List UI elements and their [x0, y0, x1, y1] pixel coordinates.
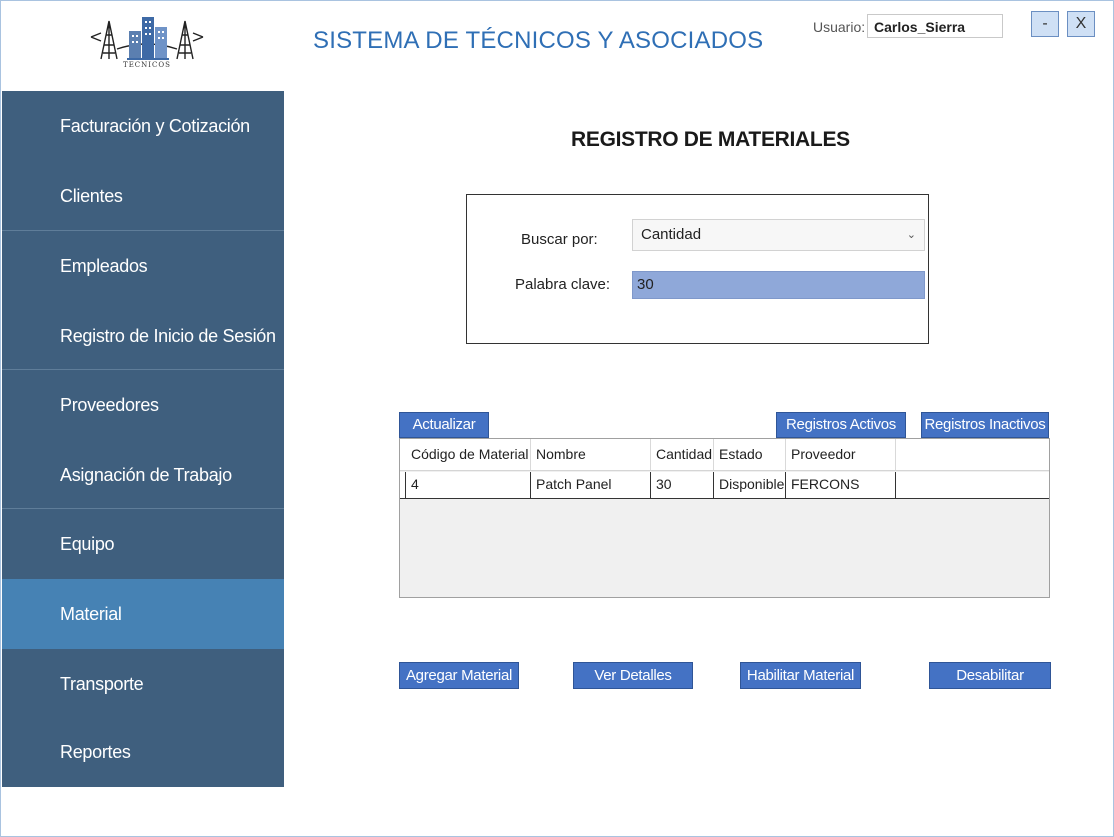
- search-by-select[interactable]: Cantidad ⌄: [632, 219, 925, 251]
- inactive-records-button[interactable]: Registros Inactivos: [921, 412, 1049, 438]
- sidebar-item-material[interactable]: Material: [2, 579, 284, 649]
- sidebar-item-asignacion[interactable]: Asignación de Trabajo: [2, 440, 284, 510]
- view-details-button[interactable]: Ver Detalles: [573, 662, 693, 689]
- sidebar-item-proveedores[interactable]: Proveedores: [2, 370, 284, 440]
- column-header[interactable]: Estado: [714, 439, 786, 470]
- disable-material-button[interactable]: Desabilitar Material: [929, 662, 1051, 709]
- table-row[interactable]: 4 Patch Panel 30 Disponible FERCONS: [400, 472, 1049, 499]
- refresh-button[interactable]: Actualizar: [399, 412, 489, 438]
- table-cell[interactable]: 4: [406, 472, 531, 498]
- table-cell[interactable]: Patch Panel: [531, 472, 651, 498]
- column-header[interactable]: Nombre: [531, 439, 651, 470]
- table-cell[interactable]: Disponible: [714, 472, 786, 498]
- keyword-input[interactable]: 30: [632, 271, 925, 299]
- chevron-down-icon: ⌄: [906, 229, 916, 241]
- minimize-button[interactable]: -: [1031, 11, 1059, 37]
- table-cell[interactable]: FERCONS: [786, 472, 896, 498]
- column-header[interactable]: Código de Material: [406, 439, 531, 470]
- sidebar-item-transporte[interactable]: Transporte: [2, 649, 284, 719]
- sidebar-item-registro-sesion[interactable]: Registro de Inicio de Sesión: [2, 301, 284, 371]
- app-window: TECNICOS SISTEMA DE TÉCNICOS Y ASOCIADOS…: [0, 0, 1114, 837]
- enable-material-button[interactable]: Habilitar Material: [740, 662, 861, 689]
- company-logo: TECNICOS: [87, 9, 207, 75]
- materials-table[interactable]: Código de Material Nombre Cantidad Estad…: [399, 438, 1050, 598]
- page-title: REGISTRO DE MATERIALES: [571, 128, 850, 151]
- sidebar-item-reportes[interactable]: Reportes: [2, 717, 284, 787]
- username-field[interactable]: Carlos_Sierra: [867, 14, 1003, 38]
- close-button[interactable]: X: [1067, 11, 1095, 37]
- column-header[interactable]: Proveedor: [786, 439, 896, 470]
- logo-text: TECNICOS: [123, 61, 171, 69]
- column-header: [896, 439, 1049, 470]
- sidebar-nav: Facturación y Cotización Clientes Emplea…: [2, 91, 284, 787]
- sidebar-item-clientes[interactable]: Clientes: [2, 161, 284, 231]
- search-by-value: Cantidad: [641, 226, 702, 243]
- sidebar-item-equipo[interactable]: Equipo: [2, 509, 284, 579]
- active-records-button[interactable]: Registros Activos: [776, 412, 906, 438]
- app-title: SISTEMA DE TÉCNICOS Y ASOCIADOS: [313, 27, 764, 54]
- search-by-label: Buscar por:: [521, 231, 598, 248]
- sidebar-item-facturacion[interactable]: Facturación y Cotización: [2, 91, 284, 161]
- table-cell[interactable]: [896, 472, 1049, 498]
- add-material-button[interactable]: Agregar Material: [399, 662, 519, 689]
- table-cell[interactable]: 30: [651, 472, 714, 498]
- table-header: Código de Material Nombre Cantidad Estad…: [400, 439, 1049, 471]
- search-panel: [466, 194, 929, 344]
- sidebar-item-empleados[interactable]: Empleados: [2, 231, 284, 301]
- keyword-label: Palabra clave:: [515, 276, 611, 293]
- user-label: Usuario:: [813, 19, 866, 35]
- column-header[interactable]: Cantidad: [651, 439, 714, 470]
- logo-graphic-icon: [90, 17, 204, 60]
